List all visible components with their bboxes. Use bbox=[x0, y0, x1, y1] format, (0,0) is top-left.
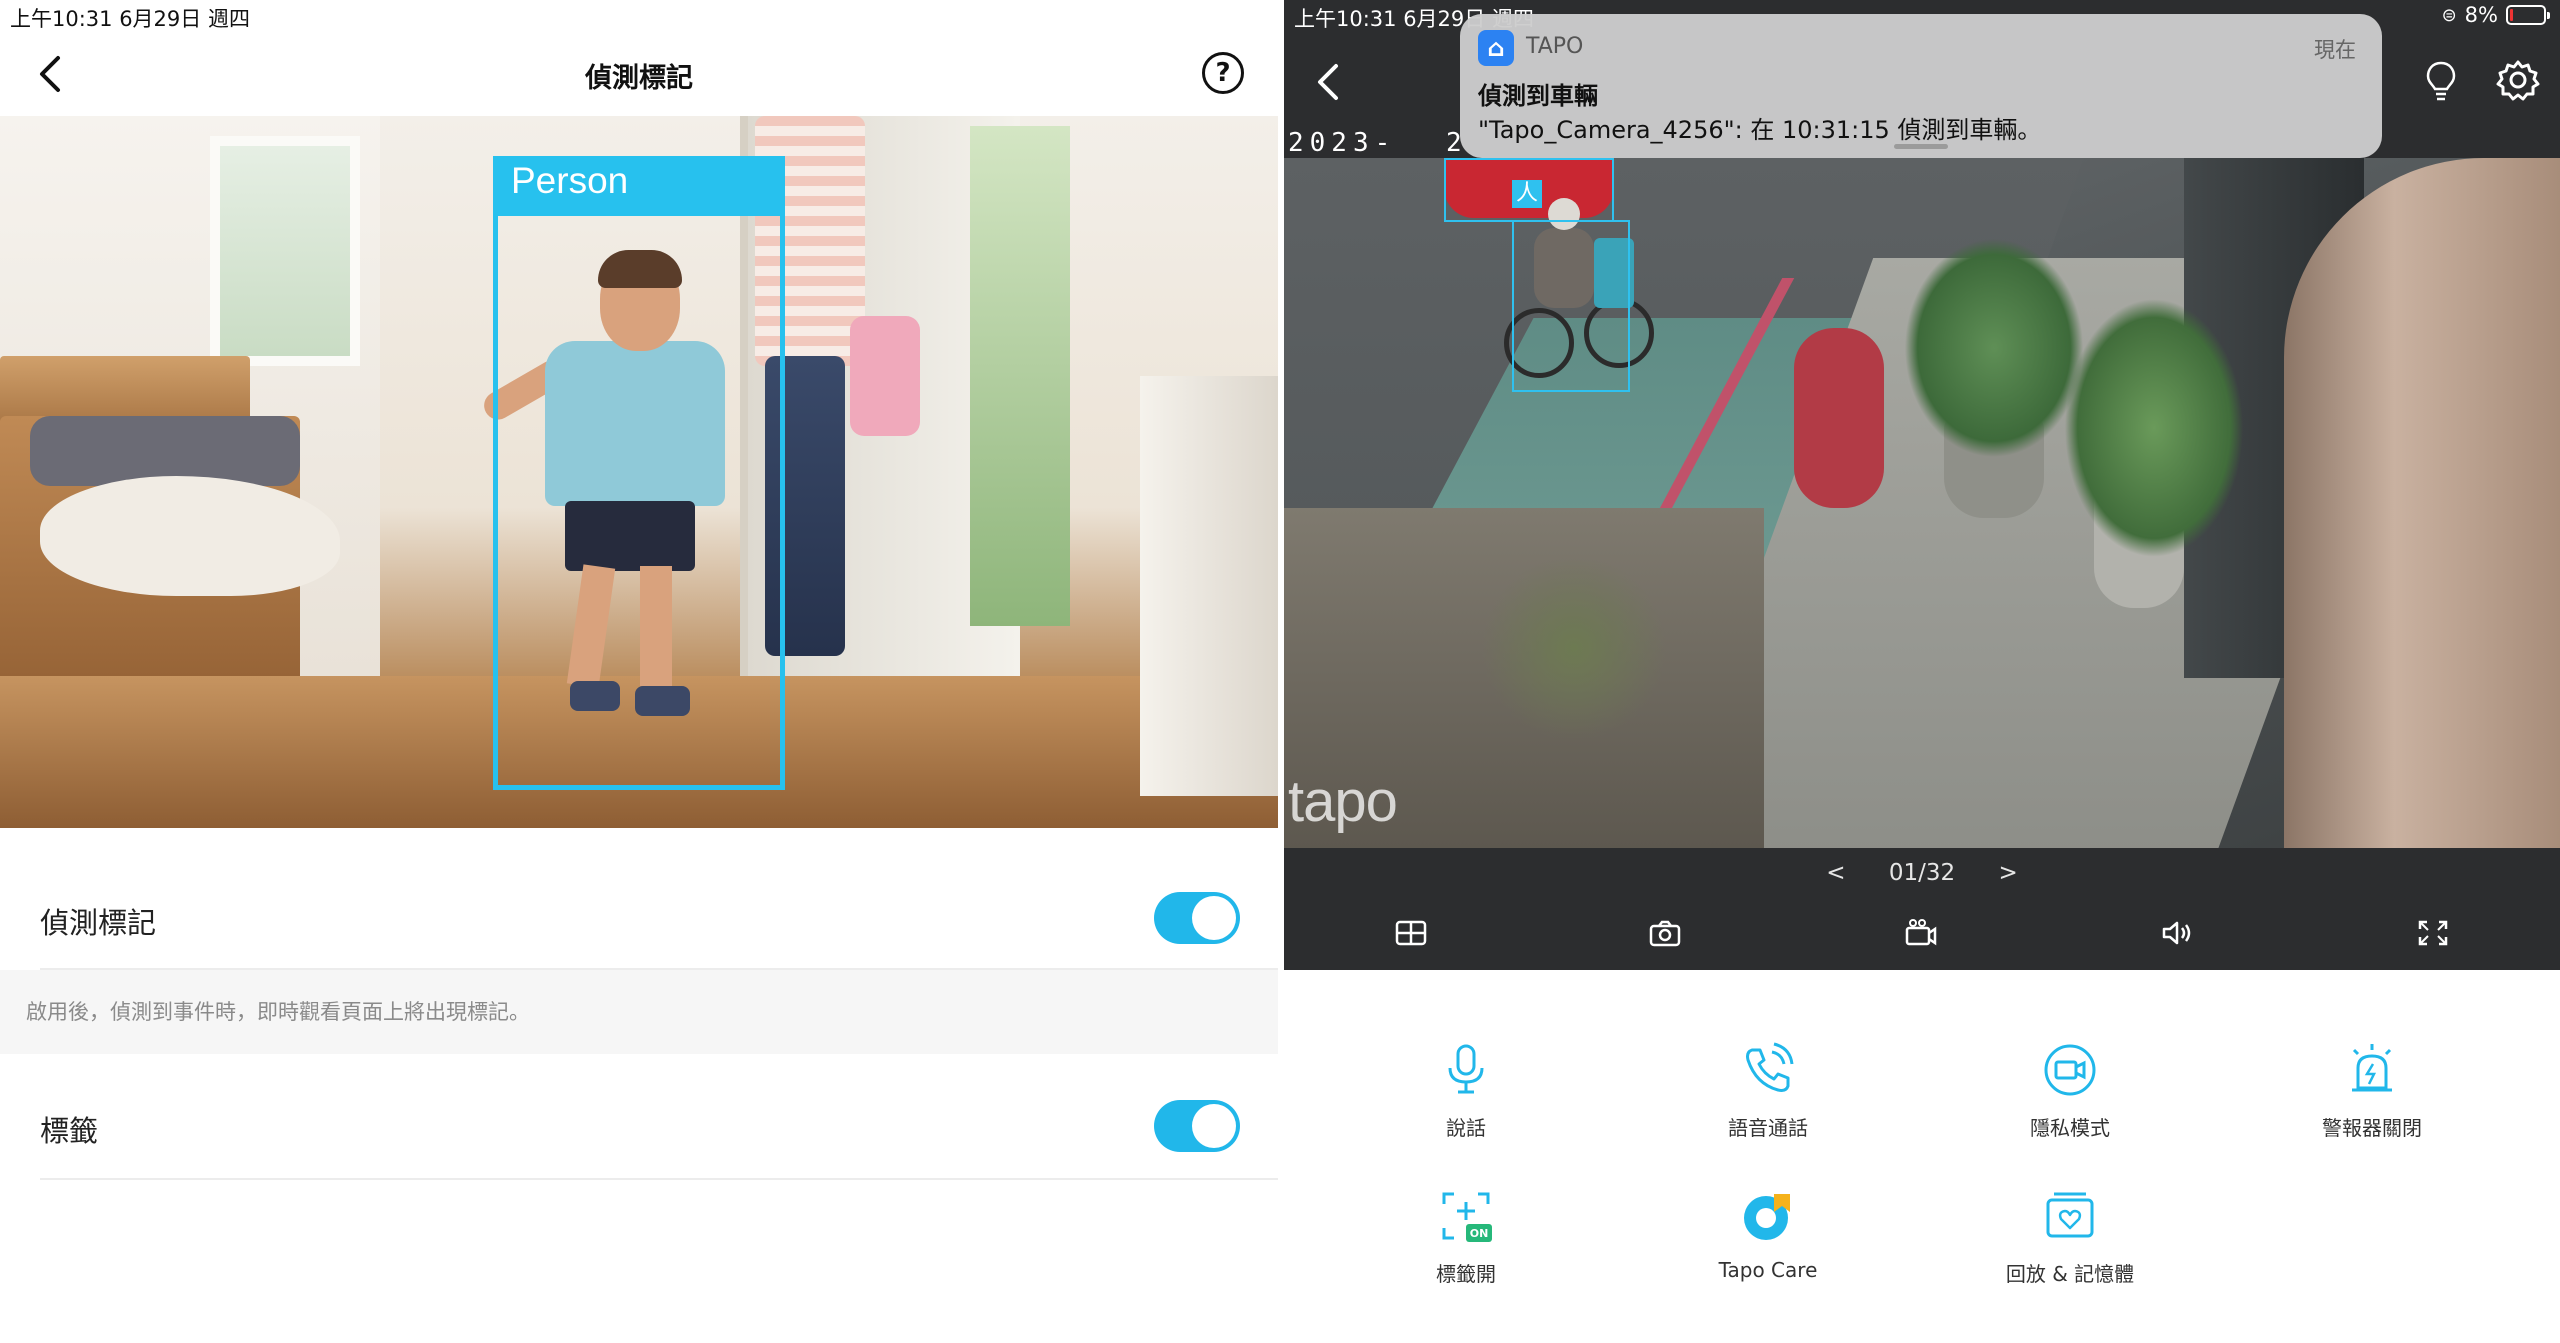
gear-icon[interactable] bbox=[2496, 58, 2540, 102]
speaker-volume-icon[interactable] bbox=[2160, 918, 2194, 948]
playback-controls: < 01/32 > bbox=[1284, 848, 2560, 970]
notification-time: 現在 bbox=[2314, 38, 2356, 62]
person-detection-box bbox=[493, 158, 785, 790]
svg-text:ON: ON bbox=[1470, 1227, 1489, 1240]
voice-call-button[interactable]: 語音通話 bbox=[1668, 1040, 1868, 1141]
feature-actions: 說話 語音通話 隱私模式 警報器關閉 ON 標籤開 Tapo Care 回放 &… bbox=[1284, 970, 2560, 1343]
detection-marking-hint: 啟用後，偵測到事件時，即時觀看頁面上將出現標記。 bbox=[0, 970, 1278, 1054]
multi-view-icon[interactable] bbox=[1394, 918, 1428, 948]
live-view-screen: 上午10:31 6月29日 週四 ⊜ 8% 人 tapo 2023- 2 ⌂ T… bbox=[1284, 0, 2560, 1343]
tags-label: 標籤 bbox=[40, 1114, 99, 1148]
siren-off-label: 警報器關閉 bbox=[2322, 1116, 2422, 1140]
detection-marking-row: 偵測標記 bbox=[0, 868, 1278, 968]
privacy-mode-label: 隱私模式 bbox=[2030, 1116, 2110, 1140]
battery-percent: 8% bbox=[2464, 3, 2498, 27]
detection-marking-toggle[interactable] bbox=[1154, 892, 1240, 944]
tapo-care-icon bbox=[1744, 1194, 1790, 1240]
battery-icon bbox=[2506, 5, 2550, 25]
record-video-icon[interactable] bbox=[1904, 918, 1938, 948]
status-right: ⊜ 8% bbox=[2441, 3, 2550, 27]
playback-memory-icon bbox=[2046, 1192, 2094, 1238]
hint-text: 啟用後，偵測到事件時，即時觀看頁面上將出現標記。 bbox=[26, 1000, 530, 1024]
divider bbox=[40, 1178, 1278, 1180]
microphone-icon bbox=[1448, 1044, 1484, 1094]
siren-off-button[interactable]: 警報器關閉 bbox=[2272, 1040, 2472, 1141]
notification-title: 偵測到車輛 bbox=[1478, 82, 1598, 110]
tapo-watermark: tapo bbox=[1288, 769, 1398, 834]
camera-live-feed[interactable]: 車輛 人 tapo bbox=[1284, 158, 2560, 848]
person-tag: 人 bbox=[1512, 180, 1543, 208]
privacy-mode-button[interactable]: 隱私模式 bbox=[1970, 1040, 2170, 1141]
page-title: 偵測標記 bbox=[585, 63, 693, 94]
clip-pager: < 01/32 > bbox=[1284, 860, 2560, 886]
fullscreen-icon[interactable] bbox=[2416, 918, 2450, 948]
playback-memory-button[interactable]: 回放 & 記憶體 bbox=[1970, 1186, 2170, 1287]
tapo-care-label: Tapo Care bbox=[1718, 1258, 1818, 1282]
detection-example-image: Person bbox=[0, 116, 1278, 828]
clip-counter: 01/32 bbox=[1888, 860, 1956, 886]
tapo-app-icon: ⌂ bbox=[1478, 30, 1514, 66]
osd-timestamp: 2023- bbox=[1288, 128, 1397, 158]
talk-label: 說話 bbox=[1446, 1116, 1486, 1140]
light-bulb-icon[interactable] bbox=[2424, 60, 2458, 102]
push-notification[interactable]: ⌂ TAPO 現在 偵測到車輛 "Tapo_Camera_4256": 在 10… bbox=[1460, 14, 2382, 158]
notification-grabber bbox=[1894, 144, 1948, 149]
detection-marking-screen: 上午10:31 6月29日 週四 ⊜ 8% 偵測標記 ? bbox=[0, 0, 1278, 1343]
tag-on-label: 標籤開 bbox=[1436, 1262, 1496, 1286]
tags-toggle[interactable] bbox=[1154, 1100, 1240, 1152]
talk-button[interactable]: 說話 bbox=[1366, 1040, 1566, 1141]
detection-marking-label: 偵測標記 bbox=[40, 906, 157, 940]
snapshot-camera-icon[interactable] bbox=[1648, 918, 1682, 948]
back-icon[interactable] bbox=[1312, 62, 1348, 102]
phone-call-icon bbox=[1746, 1042, 1794, 1092]
siren-icon bbox=[2352, 1044, 2392, 1092]
tapo-care-button[interactable]: Tapo Care bbox=[1668, 1186, 1868, 1282]
navigation-bar: 偵測標記 ? bbox=[0, 34, 1278, 114]
notification-body: "Tapo_Camera_4256": 在 10:31:15 偵測到車輛。 bbox=[1478, 116, 2042, 144]
help-icon[interactable]: ? bbox=[1202, 52, 1244, 94]
hotspot-icon: ⊜ bbox=[2441, 4, 2457, 26]
voice-call-label: 語音通話 bbox=[1728, 1116, 1808, 1140]
person-detection-label: Person bbox=[493, 156, 785, 216]
playback-memory-label: 回放 & 記憶體 bbox=[2005, 1262, 2135, 1286]
next-clip-button[interactable]: > bbox=[1998, 860, 2017, 886]
privacy-mode-icon bbox=[2044, 1044, 2096, 1096]
tag-on-icon: ON bbox=[1442, 1192, 1492, 1242]
status-time: 上午10:31 6月29日 週四 bbox=[10, 7, 250, 31]
notification-app-name: TAPO bbox=[1526, 34, 1584, 59]
prev-clip-button[interactable]: < bbox=[1826, 860, 1845, 886]
person-detection-box bbox=[1512, 220, 1630, 392]
tag-on-button[interactable]: ON 標籤開 bbox=[1366, 1186, 1566, 1287]
tags-row: 標籤 bbox=[0, 1070, 1278, 1178]
status-bar: 上午10:31 6月29日 週四 ⊜ 8% bbox=[0, 0, 1278, 34]
